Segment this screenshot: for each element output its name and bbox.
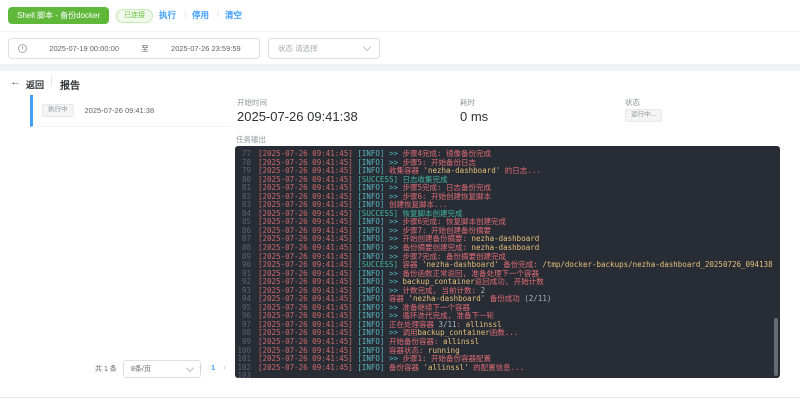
back-button[interactable]: 返回	[26, 78, 44, 91]
run-list-item-selected[interactable]: 执行中 2025-07-26 09:41:38	[30, 95, 231, 127]
duration-label: 耗时	[460, 97, 475, 108]
start-time-label: 开始时间	[237, 97, 267, 108]
terminal-line: 102[2025-07-26 09:41:45] [INFO] 备份容器 'al…	[235, 364, 780, 373]
back-arrow-icon[interactable]: ←	[10, 76, 21, 88]
terminal-line: 103	[235, 372, 780, 378]
pagination-prev-button[interactable]: ‹	[199, 362, 202, 372]
date-range-picker[interactable]: 2025-07-19 00:00:00 至 2025-07-26 23:59:5…	[8, 38, 260, 59]
status-filter-placeholder: 状态 请选择	[278, 43, 318, 54]
pagination-total: 共 1 条	[95, 364, 117, 374]
section-divider	[0, 64, 800, 71]
stop-button[interactable]: 停用	[192, 9, 209, 21]
clock-icon	[18, 44, 27, 53]
date-start-value[interactable]: 2025-07-19 00:00:00	[31, 44, 137, 53]
pagination-page-1[interactable]: 1	[211, 363, 215, 372]
breadcrumb-divider: |	[50, 76, 53, 87]
page-size-select[interactable]: 8条/页	[123, 360, 201, 378]
status-label: 状态	[625, 97, 640, 108]
run-start-time: 2025-07-26 09:41:38	[85, 106, 155, 115]
clear-button[interactable]: 清空	[225, 9, 242, 21]
task-output-label: 任务输出	[236, 134, 266, 145]
page: Shell 脚本 - 备份docker 已连接 执行 | 停用 | 清空 202…	[0, 0, 800, 406]
terminal-output[interactable]: 77[2025-07-26 09:41:45] [INFO] >> 步骤4完成:…	[235, 146, 780, 378]
page-title: 报告	[60, 77, 80, 92]
run-button[interactable]: 执行	[159, 9, 176, 21]
chevron-down-icon	[363, 43, 371, 51]
action-divider: |	[184, 9, 186, 18]
date-end-value[interactable]: 2025-07-26 23:59:59	[153, 44, 259, 53]
start-time-value: 2025-07-26 09:41:38	[237, 109, 358, 124]
report-panel: ← 返回 | 报告 执行中 2025-07-26 09:41:38 共 1 条 …	[0, 71, 800, 398]
terminal-scrollbar-thumb[interactable]	[774, 318, 778, 376]
script-name-badge: Shell 脚本 - 备份docker	[8, 7, 109, 24]
run-status-badge: 执行中	[42, 104, 74, 117]
connection-status-badge: 已连接	[116, 9, 153, 23]
status-filter-select[interactable]: 状态 请选择	[268, 38, 380, 59]
top-toolbar: Shell 脚本 - 备份docker 已连接 执行 | 停用 | 清空	[0, 0, 800, 32]
date-range-separator: 至	[137, 43, 153, 54]
action-divider: |	[217, 9, 219, 18]
pagination-next-button[interactable]: ›	[223, 362, 226, 372]
filter-bar: 2025-07-19 00:00:00 至 2025-07-26 23:59:5…	[0, 32, 800, 63]
status-running-badge: 运行中...	[625, 109, 662, 122]
page-size-value: 8条/页	[131, 364, 151, 374]
duration-value: 0 ms	[460, 109, 488, 124]
chevron-down-icon	[186, 363, 194, 371]
